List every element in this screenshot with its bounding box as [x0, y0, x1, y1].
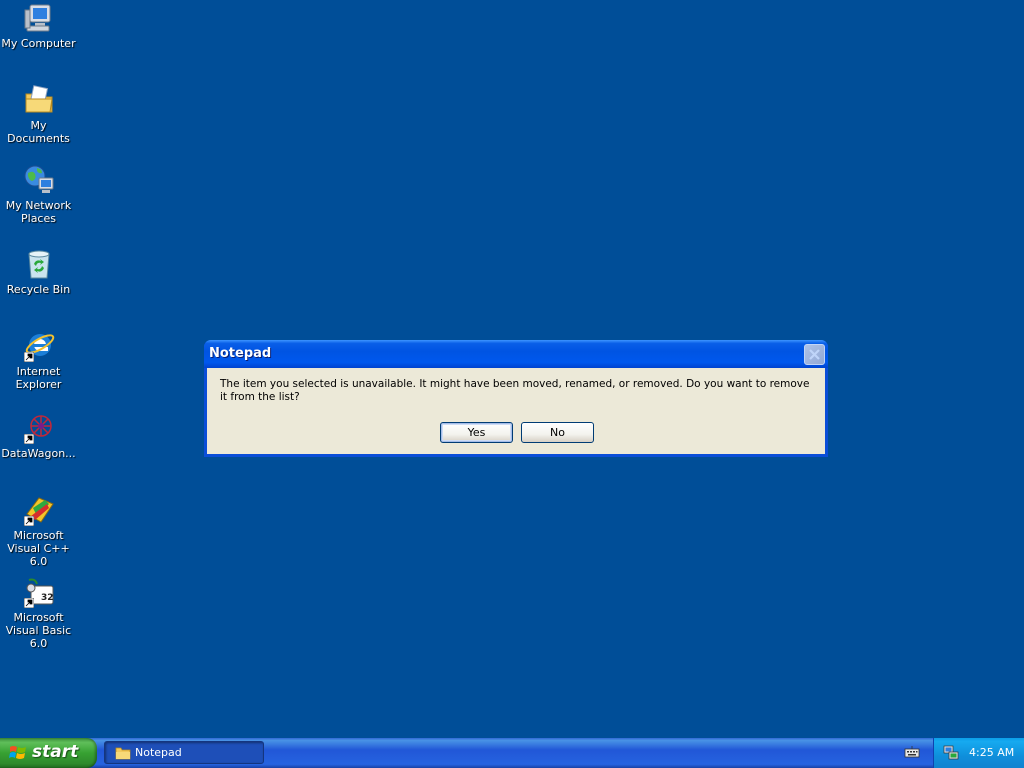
desktop-icon-label: Microsoft Visual Basic 6.0 — [5, 611, 72, 650]
keyboard-icon[interactable] — [904, 745, 920, 759]
internet-explorer-icon — [23, 330, 55, 362]
desktop-icon-internet-explorer[interactable]: Internet Explorer — [0, 330, 77, 391]
dialog-title: Notepad — [209, 346, 272, 361]
network-places-icon — [23, 164, 55, 196]
dialog-close-button[interactable] — [804, 344, 825, 365]
svg-text:32: 32 — [41, 593, 54, 603]
dialog-titlebar[interactable]: Notepad — [204, 340, 828, 368]
visual-basic-icon: 32 — [23, 576, 55, 608]
tray-clock[interactable]: 4:25 AM — [969, 746, 1014, 759]
dialog-message: The item you selected is unavailable. It… — [220, 378, 810, 403]
taskbar-button-notepad[interactable]: Notepad — [104, 741, 264, 764]
shortcut-arrow-icon — [23, 352, 34, 362]
notepad-dialog: Notepad The item you selected is unavail… — [204, 340, 828, 457]
desktop-icon-label: Internet Explorer — [15, 365, 62, 391]
shortcut-arrow-icon — [23, 434, 34, 444]
desktop-icon-visual-basic[interactable]: 32 Microsoft Visual Basic 6.0 — [0, 576, 77, 650]
start-label: start — [32, 742, 79, 762]
desktop-icon-recycle-bin[interactable]: Recycle Bin — [0, 248, 77, 296]
system-tray: 4:25 AM — [933, 738, 1024, 768]
my-documents-icon — [23, 84, 55, 116]
windows-flag-icon — [9, 746, 26, 759]
desktop-icon-my-network-places[interactable]: My Network Places — [0, 164, 77, 225]
desktop-icon-my-computer[interactable]: My Computer — [0, 2, 77, 50]
my-computer-icon — [23, 2, 55, 34]
start-button[interactable]: start — [0, 738, 97, 768]
desktop-icon-datawagon[interactable]: DataWagon... — [0, 412, 77, 460]
desktop-icon-visual-cpp[interactable]: Microsoft Visual C++ 6.0 — [0, 494, 77, 568]
desktop-icon-label: My Documents — [7, 119, 70, 145]
visual-cpp-icon — [23, 494, 55, 526]
recycle-bin-icon — [23, 248, 55, 280]
no-button[interactable]: No — [521, 422, 594, 443]
desktop-icon-label: Recycle Bin — [6, 283, 71, 296]
desktop-icon-label: My Computer — [1, 37, 76, 50]
taskbar-button-label: Notepad — [135, 746, 182, 759]
folder-icon — [115, 747, 131, 760]
datawagon-icon — [23, 412, 55, 444]
shortcut-arrow-icon — [23, 516, 34, 526]
dialog-body: The item you selected is unavailable. It… — [207, 368, 825, 454]
desktop-icon-label: Microsoft Visual C++ 6.0 — [7, 529, 70, 568]
network-connection-icon[interactable] — [943, 744, 960, 761]
yes-button[interactable]: Yes — [440, 422, 513, 443]
desktop-icon-label: My Network Places — [5, 199, 72, 225]
close-icon — [809, 349, 820, 360]
desktop-icon-my-documents[interactable]: My Documents — [0, 84, 77, 145]
desktop-icon-label: DataWagon... — [1, 447, 76, 460]
taskbar: start Notepad 4:25 AM — [0, 738, 1024, 768]
shortcut-arrow-icon — [23, 598, 34, 608]
